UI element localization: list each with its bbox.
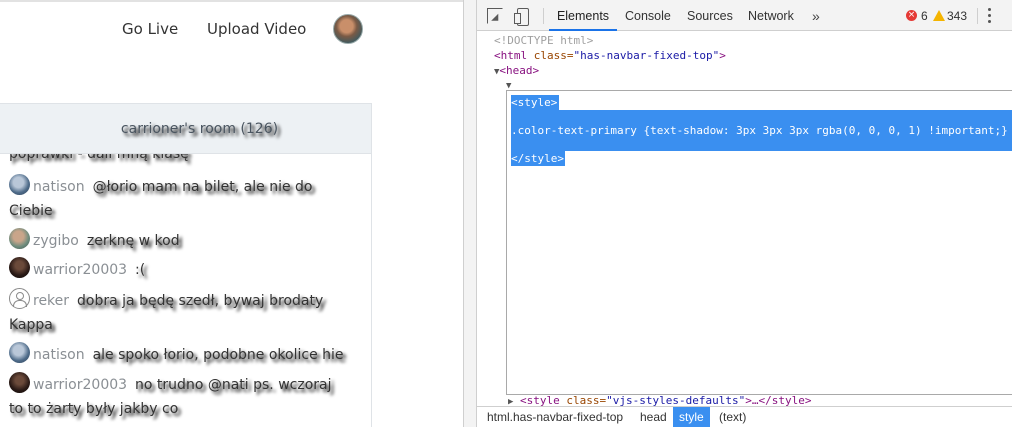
- go-live-link[interactable]: Go Live: [122, 20, 178, 38]
- tab-console[interactable]: Console: [625, 0, 671, 31]
- page-top-border: [0, 0, 463, 2]
- dom-attr-name: class=: [533, 49, 574, 62]
- web-page: Go Live Upload Video carrioner's room (1…: [0, 0, 463, 427]
- chat-message: natison ale spoko łorio, podobne okolice …: [9, 342, 349, 367]
- chat-text: dobra ja będę szedł, bywaj brodaty: [77, 293, 324, 309]
- inspect-element-icon[interactable]: [487, 8, 503, 24]
- chat-text-wrap: Ciebie: [9, 203, 53, 219]
- selection-fill: [511, 110, 1012, 123]
- device-toolbar-icon[interactable]: [514, 8, 530, 26]
- dom-tag: <head>: [499, 64, 540, 77]
- selected-style-open[interactable]: <style>: [511, 95, 559, 110]
- chat-message: warrior20003 no trudno @nati ps. wczoraj t…: [9, 372, 349, 421]
- breadcrumb: html.has-navbar-fixed-top head style (te…: [477, 406, 1012, 427]
- chat-username[interactable]: zygibo: [33, 233, 79, 249]
- chat-text: zerknę w kod: [86, 233, 180, 249]
- warning-icon[interactable]: [933, 10, 945, 21]
- avatar[interactable]: [9, 228, 30, 249]
- chat-username[interactable]: warrior20003: [33, 262, 127, 278]
- chat-username[interactable]: warrior20003: [33, 377, 127, 393]
- breadcrumb-style[interactable]: style: [673, 407, 710, 427]
- chat-username[interactable]: reker: [33, 293, 69, 309]
- chat-username[interactable]: natison: [33, 347, 85, 363]
- chat-text-wrap: Kappa: [9, 317, 53, 333]
- devtools-panel: Elements Console Sources Network » × 6 3…: [476, 0, 1012, 427]
- selected-style-rule[interactable]: .color-text-primary {text-shadow: 3px 3p…: [511, 123, 1012, 138]
- upload-video-link[interactable]: Upload Video: [207, 20, 306, 38]
- error-icon[interactable]: ×: [906, 10, 917, 21]
- chat-text: @łorio mam na bilet, ale nie do: [92, 179, 313, 195]
- chat-text: :(: [135, 262, 146, 278]
- chat-message: zygibo zerknę w kod: [9, 228, 349, 253]
- breadcrumb-text[interactable]: (text): [719, 410, 746, 424]
- chat-message-partial: poprawki - dali mną klasę: [9, 154, 189, 162]
- avatar[interactable]: [9, 257, 30, 278]
- avatar[interactable]: [9, 174, 30, 195]
- chat-messages[interactable]: poprawki - dali mną klasę natison @łorio …: [0, 154, 371, 427]
- dom-attr-value: "has-navbar-fixed-top": [573, 49, 720, 62]
- selection-fill: [511, 138, 1012, 151]
- chat-message: natison @łorio mam na bilet, ale nie do Ci…: [9, 174, 349, 223]
- avatar[interactable]: [9, 372, 30, 393]
- user-avatar[interactable]: [333, 14, 363, 44]
- dom-tag-close: >: [719, 49, 726, 62]
- chat-header: carrioner's room (126): [0, 104, 371, 154]
- style-text-editor[interactable]: <style> .color-text-primary {text-shadow…: [506, 90, 1012, 395]
- dom-html-node[interactable]: <html class="has-navbar-fixed-top">: [494, 48, 726, 63]
- chat-text: no trudno @nati ps. wczoraj: [135, 377, 332, 393]
- chat-message: reker dobra ja będę szedł, bywaj brodaty K…: [9, 288, 349, 337]
- toolbar-divider: [977, 8, 978, 24]
- chat-text-wrap: to to żarty były jakby co: [9, 401, 179, 417]
- selected-style-close[interactable]: </style>: [511, 151, 565, 166]
- devtools-resize-handle[interactable]: [463, 0, 476, 427]
- tab-elements[interactable]: Elements: [549, 0, 617, 31]
- avatar[interactable]: [9, 342, 30, 363]
- breadcrumb-head[interactable]: head: [640, 410, 667, 424]
- dom-doctype[interactable]: <!DOCTYPE html>: [494, 33, 593, 48]
- chat-text: ale spoko łorio, podobne okolice hie: [92, 347, 344, 363]
- error-count[interactable]: 6: [921, 9, 928, 23]
- chat-room-title: carrioner's room (126): [120, 120, 279, 137]
- chat-message: warrior20003 :(: [9, 257, 349, 282]
- more-tabs-icon[interactable]: »: [812, 0, 820, 31]
- chat-username[interactable]: natison: [33, 179, 85, 195]
- toolbar-divider: [543, 8, 544, 24]
- tab-sources[interactable]: Sources: [687, 0, 733, 31]
- warning-count[interactable]: 343: [947, 9, 967, 23]
- more-options-icon[interactable]: [988, 8, 992, 24]
- dom-tag: <html: [494, 49, 534, 62]
- default-user-icon[interactable]: [9, 288, 30, 309]
- chat-panel: carrioner's room (126) poprawki - dali m…: [0, 103, 372, 427]
- tab-network[interactable]: Network: [748, 0, 794, 31]
- breadcrumb-html[interactable]: html.has-navbar-fixed-top: [487, 410, 623, 424]
- devtools-toolbar: Elements Console Sources Network » × 6 3…: [477, 0, 1012, 31]
- dom-tree[interactable]: <!DOCTYPE html> <html class="has-navbar-…: [477, 31, 1012, 407]
- chat-scrollbar[interactable]: [353, 154, 371, 427]
- dom-head-node[interactable]: ▼<head>: [494, 63, 539, 80]
